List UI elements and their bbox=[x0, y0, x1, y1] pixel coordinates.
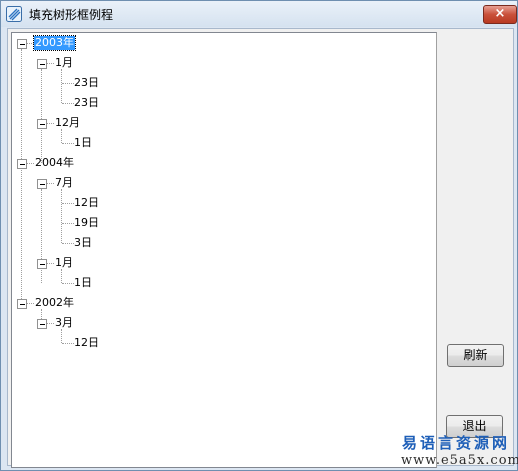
tree-line bbox=[62, 143, 74, 144]
collapse-toggle-icon[interactable] bbox=[37, 119, 47, 129]
tree-line bbox=[62, 203, 74, 204]
watermark-url: www.e5a5x.com bbox=[401, 453, 518, 468]
tree-node-month[interactable]: 1月 bbox=[55, 256, 73, 270]
tree-line bbox=[62, 343, 74, 344]
close-button[interactable]: × bbox=[483, 5, 517, 24]
app-icon bbox=[6, 6, 22, 22]
refresh-button[interactable]: 刷新 bbox=[447, 344, 504, 367]
collapse-toggle-icon[interactable] bbox=[37, 179, 47, 189]
tree-line bbox=[26, 163, 34, 164]
tree-line bbox=[26, 43, 34, 44]
tree-node-day[interactable]: 12日 bbox=[74, 196, 99, 210]
tree-node-day[interactable]: 23日 bbox=[74, 76, 99, 90]
main-window: 填充树形框例程 × 2003年 1月 23日 23日 12月 1日 2004年 … bbox=[0, 0, 518, 471]
tree-line bbox=[61, 329, 62, 343]
tree-line bbox=[61, 189, 62, 243]
client-area: 2003年 1月 23日 23日 12月 1日 2004年 7月 12日 19日… bbox=[7, 28, 514, 468]
tree-node-day[interactable]: 19日 bbox=[74, 216, 99, 230]
tree-line bbox=[61, 69, 62, 103]
tree-node-month[interactable]: 3月 bbox=[55, 316, 73, 330]
collapse-toggle-icon[interactable] bbox=[37, 319, 47, 329]
collapse-toggle-icon[interactable] bbox=[37, 259, 47, 269]
tree-line bbox=[46, 63, 54, 64]
tree-node-year[interactable]: 2004年 bbox=[35, 156, 74, 170]
tree-line bbox=[62, 223, 74, 224]
collapse-toggle-icon[interactable] bbox=[17, 299, 27, 309]
tree-line bbox=[21, 49, 22, 303]
window-title: 填充树形框例程 bbox=[29, 8, 114, 22]
tree-node-month[interactable]: 7月 bbox=[55, 176, 73, 190]
tree-node-day[interactable]: 3日 bbox=[74, 236, 92, 250]
tree-line bbox=[41, 69, 42, 163]
collapse-toggle-icon[interactable] bbox=[17, 39, 27, 49]
tree-line bbox=[46, 183, 54, 184]
tree-node-day[interactable]: 12日 bbox=[74, 336, 99, 350]
tree-line bbox=[46, 323, 54, 324]
watermark: 易语言资源网 www.e5a5x.com bbox=[401, 434, 518, 469]
tree-node-month[interactable]: 12月 bbox=[55, 116, 80, 130]
tree-line bbox=[62, 83, 74, 84]
tree-line bbox=[26, 303, 34, 304]
tree-line bbox=[46, 263, 54, 264]
tree-line bbox=[46, 123, 54, 124]
tree-node-year[interactable]: 2003年 bbox=[33, 35, 76, 51]
tree-node-day[interactable]: 23日 bbox=[74, 96, 99, 110]
tree-view[interactable]: 2003年 1月 23日 23日 12月 1日 2004年 7月 12日 19日… bbox=[11, 32, 437, 468]
watermark-title: 易语言资源网 bbox=[401, 434, 510, 452]
tree-line bbox=[62, 283, 74, 284]
tree-node-month[interactable]: 1月 bbox=[55, 56, 73, 70]
tree-line bbox=[62, 103, 74, 104]
tree-line bbox=[61, 269, 62, 283]
title-bar[interactable]: 填充树形框例程 × bbox=[1, 1, 517, 27]
collapse-toggle-icon[interactable] bbox=[37, 59, 47, 69]
tree-line bbox=[61, 129, 62, 143]
collapse-toggle-icon[interactable] bbox=[17, 159, 27, 169]
tree-node-day[interactable]: 1日 bbox=[74, 276, 92, 290]
tree-line bbox=[62, 243, 74, 244]
tree-node-day[interactable]: 1日 bbox=[74, 136, 92, 150]
tree-node-year[interactable]: 2002年 bbox=[35, 296, 74, 310]
